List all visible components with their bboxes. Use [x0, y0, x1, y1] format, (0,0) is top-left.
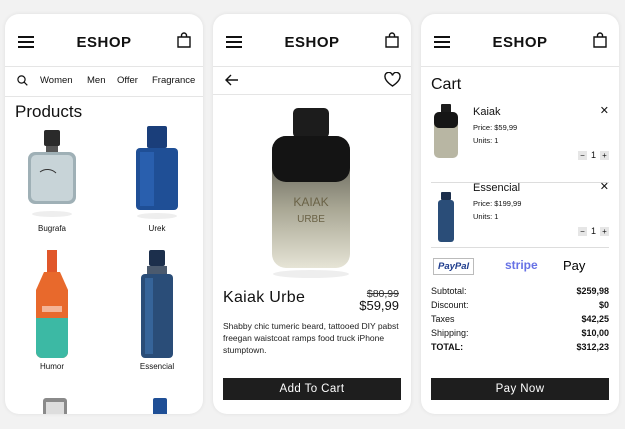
- summary-value: $312,23: [576, 342, 609, 352]
- product-name: Humor: [39, 362, 64, 371]
- cart-screen: ESHOP Cart Kaiak Price: $59,99 Units: 1 …: [421, 14, 619, 414]
- quantity-value: 1: [590, 150, 596, 160]
- summary-row-subtotal: Subtotal: $259,98: [431, 286, 609, 300]
- back-arrow-icon[interactable]: [225, 74, 239, 86]
- summary-row-shipping: Shipping: $10,00: [431, 328, 609, 342]
- page-title: Cart: [431, 76, 462, 93]
- paypal-option[interactable]: PayPal: [433, 258, 475, 275]
- search-icon[interactable]: [17, 75, 28, 86]
- add-to-cart-button[interactable]: Add To Cart: [223, 378, 401, 400]
- category-offer[interactable]: Offer: [117, 75, 138, 86]
- summary-label: Discount:: [431, 300, 469, 310]
- product-card[interactable]: Humor: [7, 248, 97, 371]
- product-name: Urek: [148, 224, 166, 233]
- summary-label: Subtotal:: [431, 286, 467, 296]
- product-image: [141, 250, 173, 358]
- category-men[interactable]: Men: [87, 75, 105, 86]
- paypal-logo: PayPal: [438, 261, 470, 272]
- header: ESHOP: [421, 14, 619, 67]
- item-thumbnail: [434, 104, 458, 158]
- shopping-bag-icon[interactable]: [177, 32, 191, 48]
- summary-value: $259,98: [576, 286, 609, 296]
- category-fragrance[interactable]: Fragrance: [152, 75, 195, 86]
- brand-logo[interactable]: ESHOP: [5, 34, 203, 51]
- heart-icon[interactable]: [384, 72, 401, 87]
- product-description: Shabby chic tumeric beard, tattooed DIY …: [223, 321, 399, 355]
- current-price: $59,99: [359, 298, 399, 313]
- product-card[interactable]: Bugrafa: [7, 124, 97, 233]
- product-card[interactable]: Urek: [112, 124, 202, 233]
- shopping-bag-icon[interactable]: [593, 32, 607, 48]
- brand-logo[interactable]: ESHOP: [213, 34, 411, 51]
- bottle-label: KAIAK: [293, 195, 328, 209]
- pay-now-button[interactable]: Pay Now: [431, 378, 609, 400]
- detail-nav: [213, 66, 411, 95]
- cart-item: Kaiak Price: $59,99 Units: 1 ✕ −1 +: [431, 102, 609, 174]
- summary-value: $42,25: [581, 314, 609, 324]
- product-detail-screen: ESHOP KAIAK URBE Kaiak Urbe $80,99 $59,9…: [213, 14, 411, 414]
- applepay-logo: Pay: [563, 258, 586, 273]
- category-women[interactable]: Women: [40, 75, 73, 86]
- item-thumbnail: [438, 192, 454, 242]
- summary-label: TOTAL:: [431, 342, 464, 352]
- quantity-stepper: −1 +: [577, 226, 609, 236]
- category-bar: Women Men Offer Fragrance: [5, 66, 203, 97]
- product-image: [43, 398, 67, 414]
- item-units: Units: 1: [473, 212, 499, 221]
- summary-value: $0: [598, 300, 609, 310]
- quantity-stepper: −1 +: [577, 150, 609, 160]
- product-list-screen: ESHOP Women Men Offer Fragrance Products…: [5, 14, 203, 414]
- product-image: [136, 126, 178, 219]
- product-image: [28, 130, 76, 217]
- summary-row-discount: Discount: $0: [431, 300, 609, 314]
- summary-label: Taxes: [431, 314, 455, 324]
- item-name: Essencial: [473, 182, 521, 194]
- item-price: Price: $59,99: [473, 123, 518, 132]
- bottle-sublabel: URBE: [297, 214, 325, 225]
- product-image: [36, 250, 68, 358]
- remove-item-icon[interactable]: ✕: [600, 104, 609, 117]
- decrease-quantity-button[interactable]: −: [577, 227, 587, 236]
- stripe-logo: stripe: [505, 258, 538, 272]
- quantity-value: 1: [590, 226, 596, 236]
- product-card[interactable]: Essencial: [112, 248, 202, 371]
- order-summary: Subtotal: $259,98 Discount: $0 Taxes $42,25…: [431, 286, 609, 356]
- summary-value: $10,00: [581, 328, 609, 338]
- divider: [431, 247, 609, 248]
- product-name: Bugrafa: [37, 224, 67, 233]
- summary-label: Shipping:: [431, 328, 469, 338]
- header: ESHOP: [5, 14, 203, 67]
- product-main-image: KAIAK URBE: [272, 108, 350, 278]
- decrease-quantity-button[interactable]: −: [577, 151, 587, 160]
- product-title: Kaiak Urbe: [223, 289, 306, 306]
- summary-row-total: TOTAL: $312,23: [431, 342, 609, 356]
- brand-logo[interactable]: ESHOP: [421, 34, 619, 51]
- product-image: [153, 398, 167, 414]
- item-units: Units: 1: [473, 136, 499, 145]
- stripe-option[interactable]: stripe: [505, 258, 538, 272]
- cart-item: Essencial Price: $199,99 Units: 1 ✕ −1 +: [431, 178, 609, 250]
- item-name: Kaiak: [473, 106, 501, 118]
- increase-quantity-button[interactable]: +: [600, 151, 609, 160]
- item-price: Price: $199,99: [473, 199, 522, 208]
- increase-quantity-button[interactable]: +: [600, 227, 609, 236]
- product-name: Essencial: [139, 362, 175, 371]
- header: ESHOP: [213, 14, 411, 67]
- summary-row-taxes: Taxes $42,25: [431, 314, 609, 328]
- remove-item-icon[interactable]: ✕: [600, 180, 609, 193]
- shopping-bag-icon[interactable]: [385, 32, 399, 48]
- applepay-option[interactable]: Pay: [563, 258, 585, 273]
- page-title: Products: [15, 102, 83, 121]
